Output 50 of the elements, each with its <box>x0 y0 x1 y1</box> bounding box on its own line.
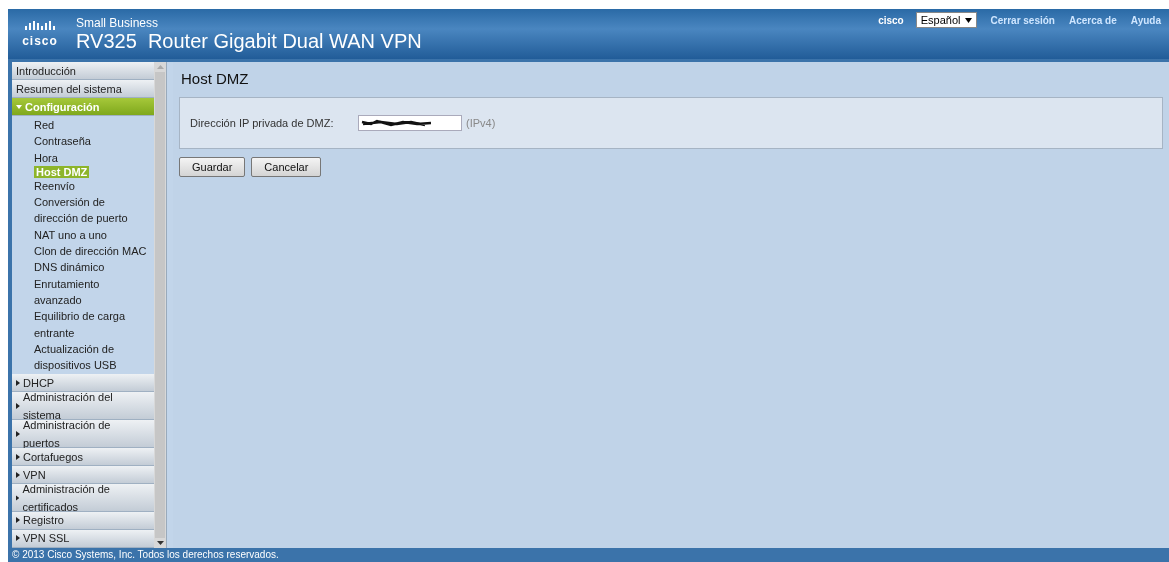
nav-subitem[interactable]: Clon de dirección MAC <box>34 243 147 260</box>
scroll-thumb[interactable] <box>155 72 165 538</box>
nav-item[interactable]: Administración del sistema <box>12 392 154 421</box>
nav-item[interactable]: VPN <box>12 466 154 485</box>
scrollbar[interactable] <box>154 62 166 548</box>
logo-bars-icon <box>25 20 55 31</box>
field-hint: (IPv4) <box>466 117 496 129</box>
redaction-scribble <box>361 119 433 127</box>
nav-subitem[interactable]: Hora <box>34 149 58 166</box>
header-link[interactable]: Cerrar sesión <box>990 14 1055 26</box>
field-label: Dirección IP privada de DMZ: <box>190 117 335 129</box>
page-title: Host DMZ <box>181 70 250 87</box>
form-button[interactable]: Guardar <box>179 157 246 177</box>
caret-right-icon <box>16 402 20 409</box>
caret-icon <box>964 17 972 23</box>
splitter-handle[interactable] <box>166 62 173 548</box>
product-title: RV325 Router Gigabit Dual WAN VPN <box>76 29 422 53</box>
brand-logo: cisco <box>22 33 58 48</box>
nav-subitem[interactable]: Conversión de dirección de puerto <box>34 194 150 227</box>
nav-subitem[interactable]: DNS dinámico <box>34 259 105 276</box>
header-link[interactable]: Acerca de <box>1069 14 1117 26</box>
nav-item[interactable]: Resumen del sistema <box>12 80 154 98</box>
form-button[interactable]: Cancelar <box>251 157 322 177</box>
caret-right-icon <box>16 535 20 542</box>
caret-right-icon <box>16 379 20 386</box>
nav-subitem[interactable]: Red <box>34 117 55 134</box>
caret-right-icon <box>16 494 20 501</box>
user-name: cisco <box>878 14 904 26</box>
nav-subitem[interactable]: Reenvío <box>34 177 75 195</box>
nav-item[interactable]: Administración de puertos <box>12 420 154 449</box>
caret-right-icon <box>16 517 20 524</box>
nav-subitem[interactable]: Actualización de dispositivos USB <box>34 340 150 374</box>
caret-right-icon <box>16 430 20 437</box>
nav-subitem[interactable]: Equilibrio de carga entrante <box>34 308 150 341</box>
nav-item[interactable]: DHCP <box>12 374 154 393</box>
language-select[interactable]: Español <box>915 12 977 28</box>
ip-input-field[interactable] <box>358 115 462 131</box>
caret-right-icon <box>16 453 20 460</box>
nav-item[interactable]: Cortafuegos <box>12 448 154 467</box>
nav-item[interactable]: Administración de certificados <box>12 484 154 512</box>
nav-item[interactable]: Introducción <box>12 62 154 80</box>
tagline: Small Business <box>76 15 160 30</box>
nav-subitem[interactable]: Contraseña <box>34 133 91 150</box>
copyright-text: © 2013 Cisco Systems, Inc. Todos los derechos reservados. <box>8 548 1169 562</box>
nav-subitem[interactable]: Enrutamiento avanzado <box>34 275 150 309</box>
caret-right-icon <box>16 471 20 478</box>
scroll-down-icon[interactable] <box>156 541 164 545</box>
caret-down-icon <box>16 104 22 109</box>
scroll-up-icon[interactable] <box>156 65 164 69</box>
nav-subitem[interactable]: NAT uno a uno <box>34 226 107 244</box>
